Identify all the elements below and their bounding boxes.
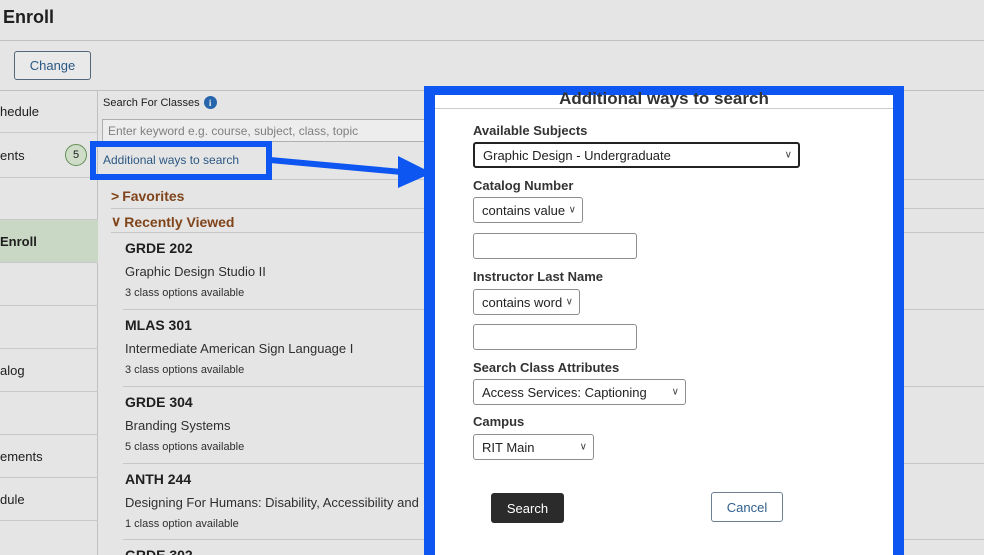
- select-value: RIT Main: [482, 439, 535, 455]
- catalog-number-input[interactable]: [473, 233, 637, 259]
- available-subjects-select[interactable]: Graphic Design - Undergraduate ∨: [473, 142, 800, 168]
- modal-title: Additional ways to search: [559, 89, 769, 108]
- available-subjects-label: Available Subjects: [473, 123, 588, 138]
- chevron-down-icon: ∨: [565, 296, 573, 308]
- instructor-operator-select[interactable]: contains word ∨: [473, 289, 580, 315]
- cancel-button[interactable]: Cancel: [711, 492, 783, 522]
- additional-search-modal: Additional ways to search Available Subj…: [435, 89, 893, 555]
- select-value: Access Services: Captioning: [482, 384, 647, 400]
- chevron-down-icon: ∨: [784, 149, 792, 161]
- select-value: Graphic Design - Undergraduate: [483, 147, 671, 163]
- class-attributes-select[interactable]: Access Services: Captioning ∨: [473, 379, 686, 405]
- instructor-last-name-input[interactable]: [473, 324, 637, 350]
- highlight-box: [90, 141, 272, 180]
- chevron-down-icon: ∨: [671, 386, 679, 398]
- search-button[interactable]: Search: [491, 493, 564, 523]
- campus-select[interactable]: RIT Main ∨: [473, 434, 594, 460]
- class-attributes-label: Search Class Attributes: [473, 360, 620, 375]
- divider: [435, 108, 893, 109]
- chevron-down-icon: ∨: [568, 204, 576, 216]
- campus-label: Campus: [473, 414, 525, 429]
- catalog-number-operator-select[interactable]: contains value ∨: [473, 197, 583, 223]
- select-value: contains value: [482, 202, 566, 218]
- select-value: contains word: [482, 294, 563, 310]
- catalog-number-label: Catalog Number: [473, 178, 574, 193]
- instructor-last-name-label: Instructor Last Name: [473, 269, 604, 284]
- chevron-down-icon: ∨: [579, 441, 587, 453]
